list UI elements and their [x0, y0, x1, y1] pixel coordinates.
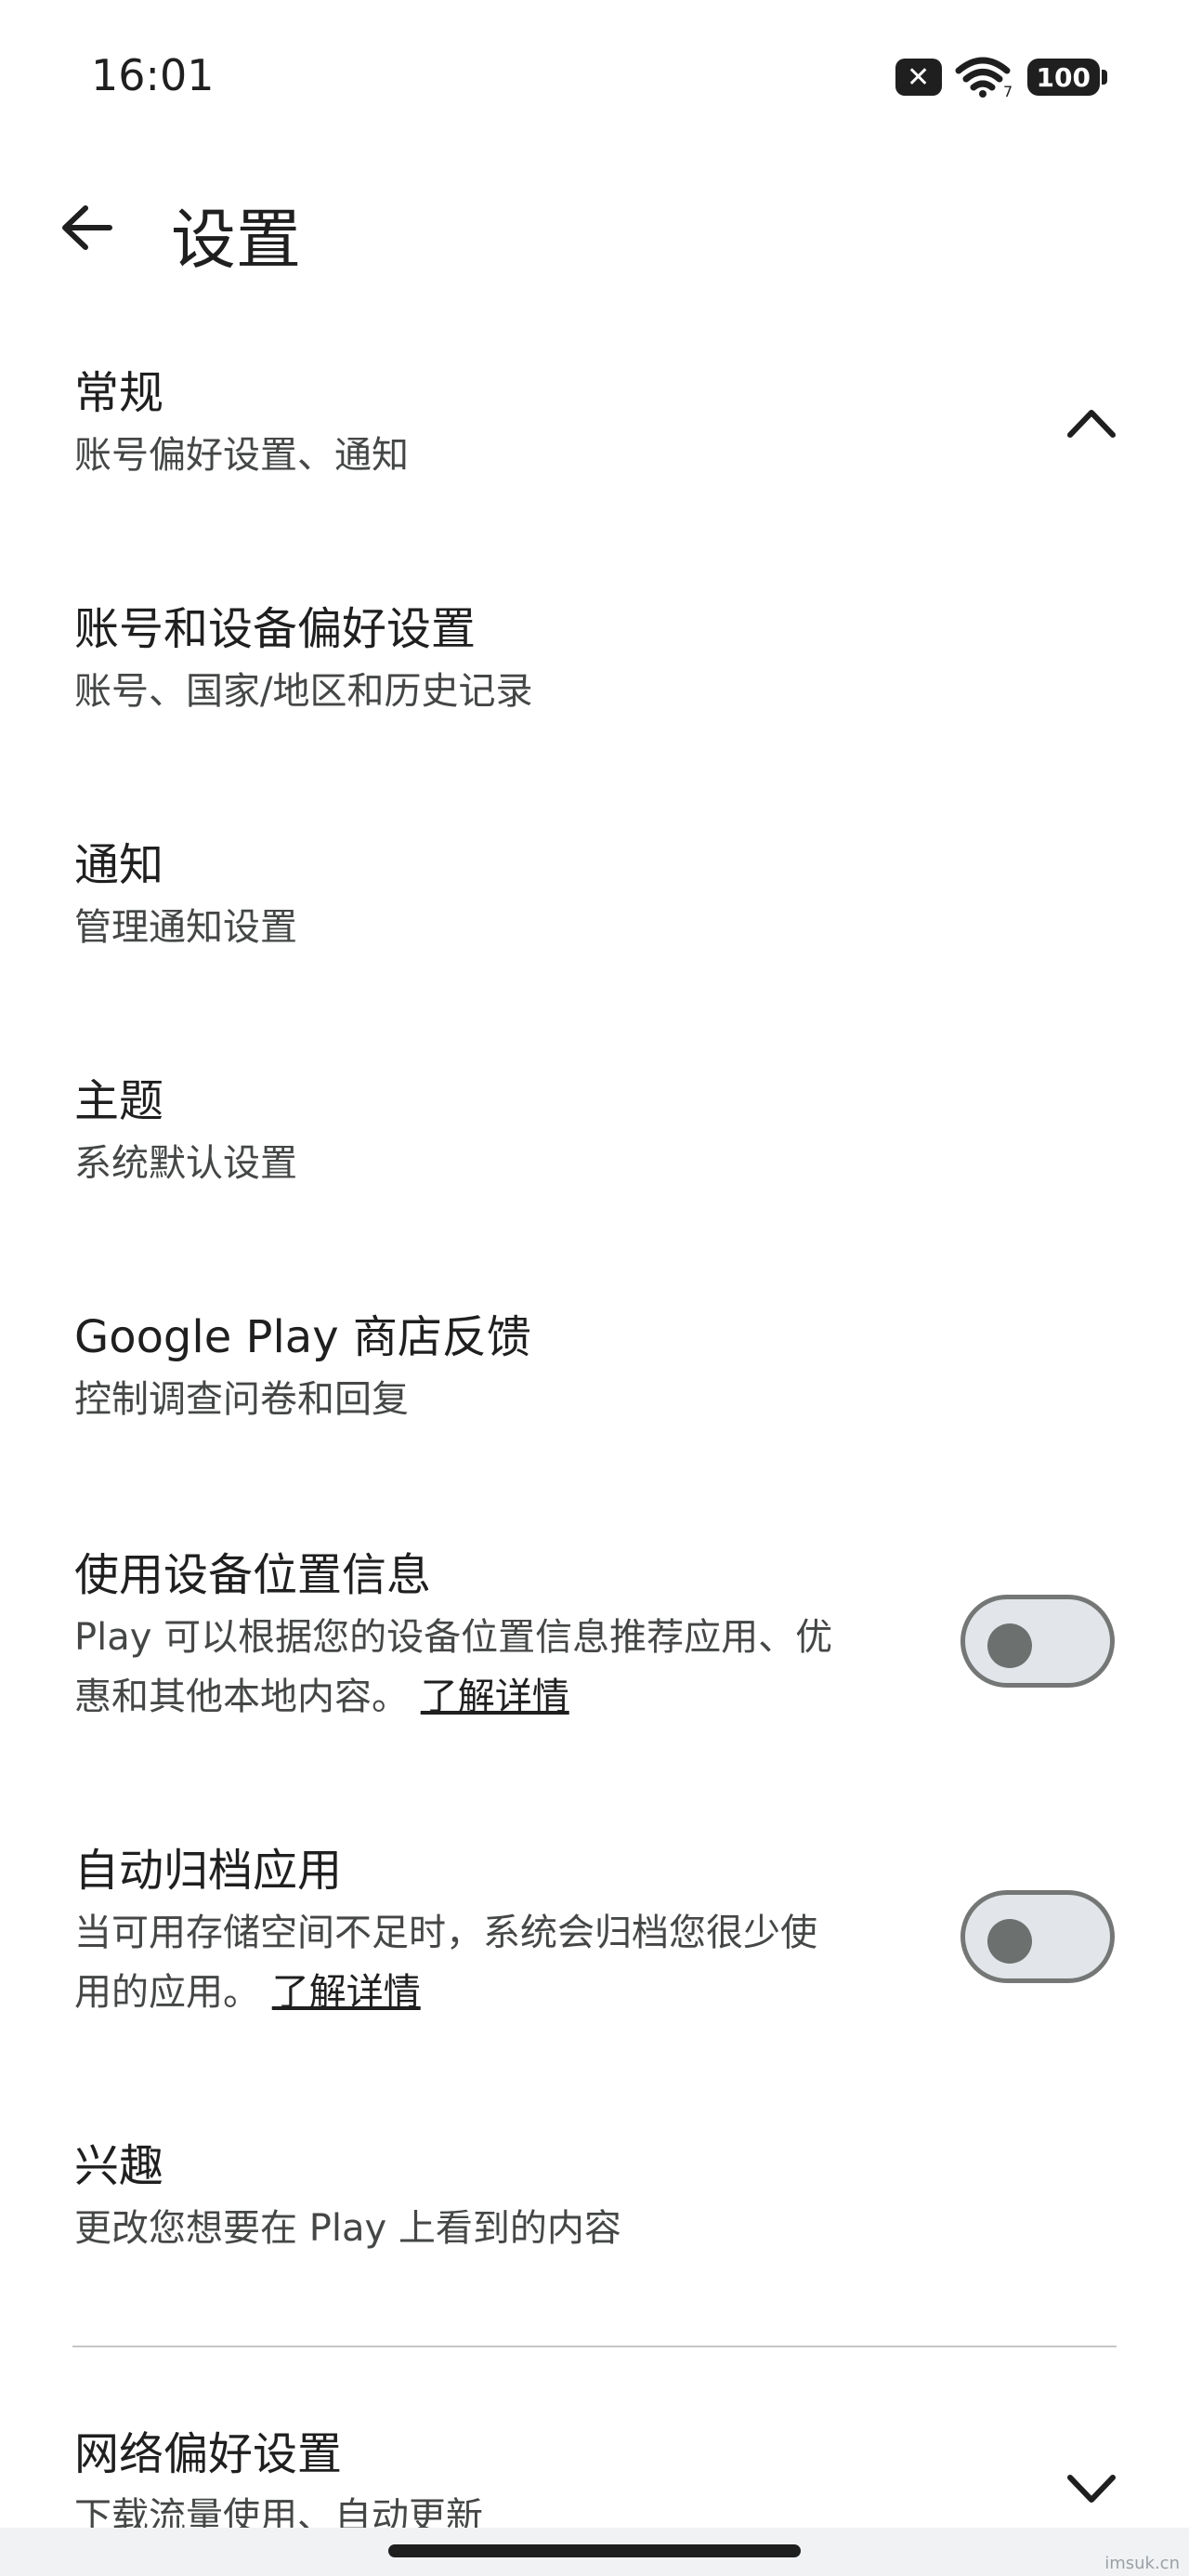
subtitle-text: 用的应用。	[74, 1971, 260, 2014]
subtitle-line-2: 惠和其他本地内容。 了解详情	[74, 1667, 929, 1727]
item-subtitle: 管理通知设置	[74, 906, 297, 949]
status-time: 16:01	[91, 50, 215, 100]
item-subtitle: 更改您想要在 Play 上看到的内容	[74, 2207, 621, 2250]
learn-more-link[interactable]: 了解详情	[421, 1676, 569, 1718]
battery-icon: 100	[1026, 59, 1108, 96]
status-icons: ✕ 7 100	[895, 56, 1108, 99]
location-toggle[interactable]	[960, 1595, 1115, 1688]
back-arrow-icon[interactable]	[54, 195, 119, 260]
subtitle-line-1: Play 可以根据您的设备位置信息推荐应用、优	[74, 1616, 833, 1659]
item-device-location: 使用设备位置信息 Play 可以根据您的设备位置信息推荐应用、优 惠和其他本地内…	[74, 1546, 1115, 1727]
item-subtitle: Play 可以根据您的设备位置信息推荐应用、优 惠和其他本地内容。 了解详情	[74, 1608, 929, 1727]
home-gesture-handle[interactable]	[388, 2544, 801, 2557]
item-title: 账号和设备偏好设置	[74, 603, 477, 655]
item-interests[interactable]: 兴趣 更改您想要在 Play 上看到的内容	[74, 2137, 1115, 2258]
item-title: 通知	[74, 839, 164, 891]
section-subtitle: 账号偏好设置、通知	[74, 434, 409, 477]
auto-archive-toggle[interactable]	[960, 1890, 1115, 1983]
item-subtitle: 系统默认设置	[74, 1142, 297, 1185]
item-title: 主题	[74, 1075, 164, 1127]
page-title: 设置	[171, 202, 301, 278]
section-title: 网络偏好设置	[74, 2428, 343, 2480]
item-subtitle: 当可用存储空间不足时，系统会归档您很少使 用的应用。 了解详情	[74, 1903, 929, 2022]
notification-close-icon: ✕	[895, 59, 942, 96]
item-account-device[interactable]: 账号和设备偏好设置 账号、国家/地区和历史记录	[74, 600, 1115, 721]
chevron-down-icon[interactable]	[1059, 2455, 1124, 2520]
item-play-feedback[interactable]: Google Play 商店反馈 控制调查问卷和回复	[74, 1308, 1115, 1429]
subtitle-line-1: 当可用存储空间不足时，系统会归档您很少使	[74, 1912, 817, 1954]
chevron-up-icon[interactable]	[1059, 392, 1124, 457]
item-subtitle: 控制调查问卷和回复	[74, 1378, 409, 1421]
item-subtitle: 账号、国家/地区和历史记录	[74, 670, 533, 713]
wifi-badge: 7	[1003, 83, 1013, 99]
item-notifications[interactable]: 通知 管理通知设置	[74, 836, 1115, 957]
item-title: 使用设备位置信息	[74, 1549, 432, 1601]
subtitle-line-2: 用的应用。 了解详情	[74, 1963, 929, 2022]
wifi-icon: 7	[955, 57, 1013, 99]
subtitle-text: 惠和其他本地内容。	[74, 1676, 409, 1718]
toggle-knob	[987, 1623, 1032, 1668]
status-bar: 16:01 ✕ 7 100	[0, 0, 1189, 158]
app-bar: 设置	[0, 167, 1189, 288]
learn-more-link[interactable]: 了解详情	[272, 1971, 421, 2014]
item-theme[interactable]: 主题 系统默认设置	[74, 1072, 1115, 1193]
item-title: 兴趣	[74, 2140, 164, 2192]
watermark: imsuk.cn	[1104, 2554, 1180, 2573]
item-title: 自动归档应用	[74, 1845, 343, 1897]
section-divider	[72, 2346, 1117, 2347]
section-general[interactable]: 常规 账号偏好设置、通知	[74, 364, 1116, 485]
item-title: Google Play 商店反馈	[74, 1311, 531, 1363]
section-title: 常规	[74, 367, 164, 419]
battery-level: 100	[1036, 61, 1091, 93]
item-auto-archive: 自动归档应用 当可用存储空间不足时，系统会归档您很少使 用的应用。 了解详情	[74, 1842, 1115, 2022]
toggle-knob	[987, 1919, 1032, 1964]
